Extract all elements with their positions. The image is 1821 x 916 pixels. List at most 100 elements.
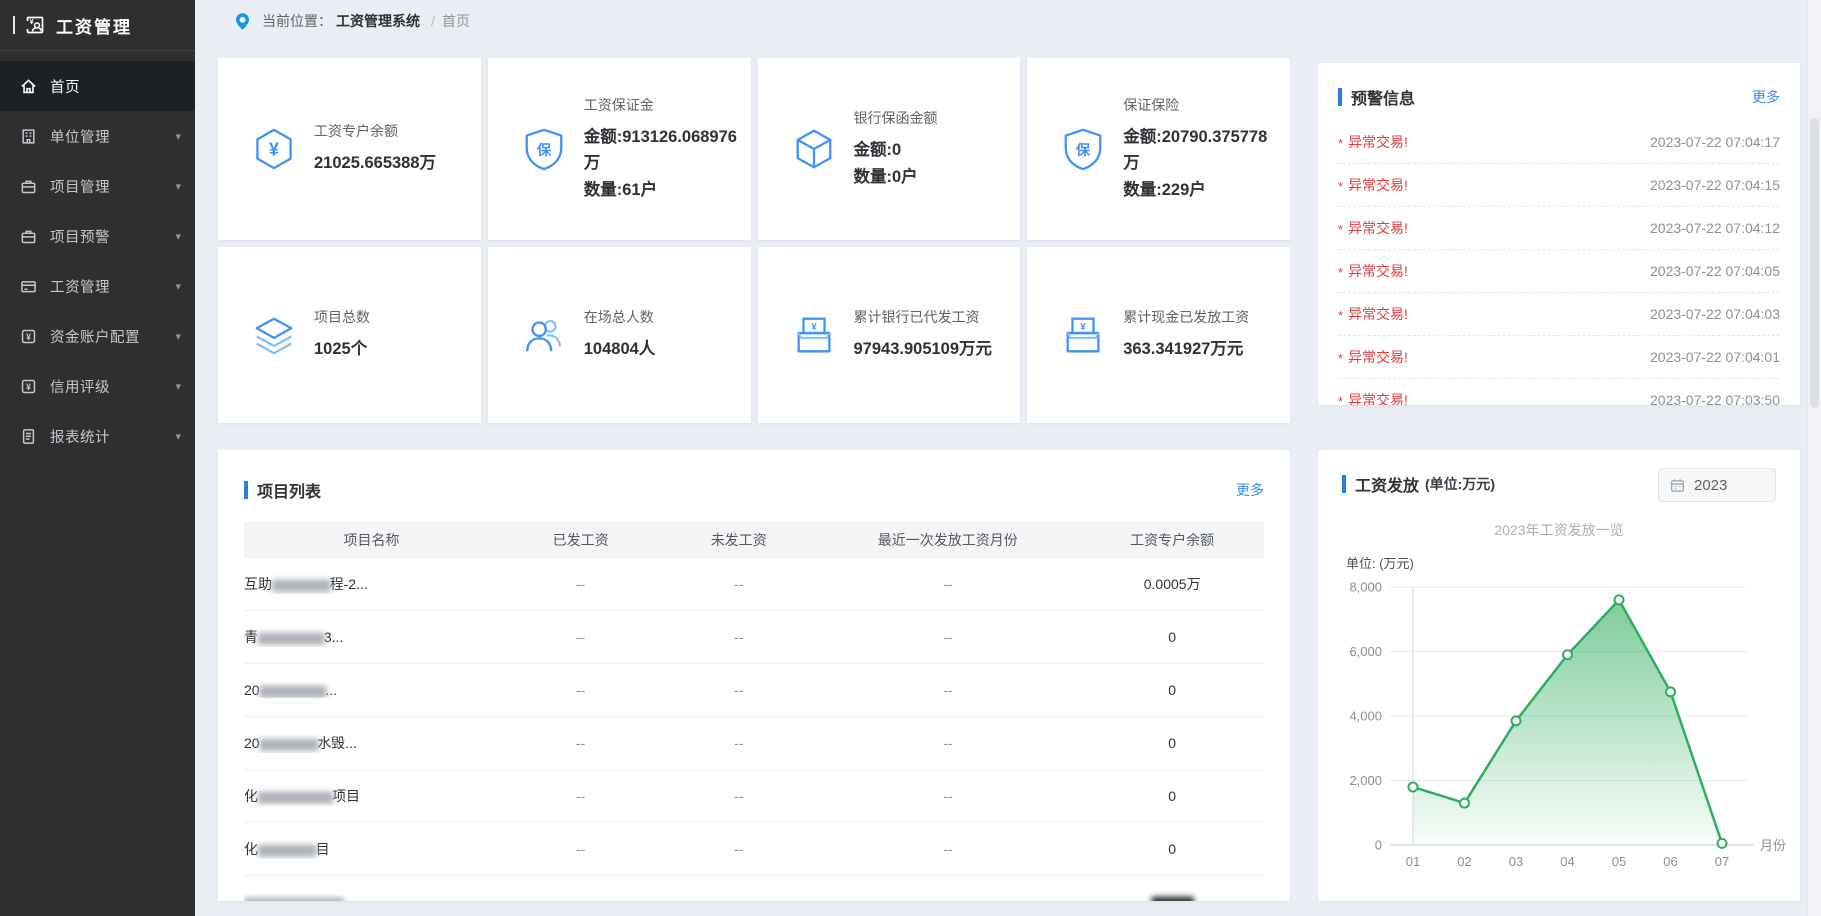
panel-accent-bar	[244, 481, 248, 499]
sidebar-item-label: 工资管理	[50, 276, 110, 297]
sidebar-item-salary-mgmt[interactable]: 工资管理 ▾	[0, 261, 195, 311]
project-name-link[interactable]: 青▇▇▇▇▇▇▇▇3...	[244, 627, 499, 647]
last-pay-month-cell: --	[815, 682, 1080, 698]
project-name-link[interactable]: 20▇▇▇▇▇▇▇▇...	[244, 682, 499, 698]
sidebar-item-report-stats[interactable]: 报表统计▾	[0, 411, 195, 461]
paid-salary-cell: --	[499, 841, 662, 857]
projects-panel-header: 项目列表 更多	[244, 450, 1264, 502]
stat-value: 金额:20790.375778万	[1123, 124, 1278, 177]
stat-label: 累计银行已代发工资	[854, 307, 993, 327]
sidebar-item-project-mgmt[interactable]: 项目管理▾	[0, 161, 195, 211]
paid-salary-cell: --	[499, 788, 662, 804]
redacted-text: ▇▇▇▇▇▇▇	[272, 578, 330, 592]
alert-message: *异常交易!	[1338, 347, 1408, 367]
last-pay-month-cell: --	[815, 841, 1080, 857]
alert-bullet-icon: *	[1338, 265, 1343, 280]
stat-value: 数量:229户	[1123, 177, 1278, 203]
alert-message: *异常交易!	[1338, 218, 1408, 238]
alerts-more-link[interactable]: 更多	[1752, 87, 1780, 107]
svg-text:保: 保	[1075, 141, 1091, 159]
last-pay-month-cell: --	[815, 576, 1080, 592]
last-pay-month-cell: --	[815, 735, 1080, 751]
chevron-down-icon: ▾	[175, 180, 181, 193]
chevron-down-icon: ▾	[175, 430, 181, 443]
project-name-link[interactable]: 化▇▇▇▇▇▇▇目	[244, 839, 499, 859]
table-row: 化▇▇▇▇▇▇▇目------0	[244, 823, 1264, 876]
salary-chart-panel: 工资发放 (单位:万元) 2023 2023年工资发放一览 单位: (万元) 0…	[1318, 450, 1800, 901]
table-row: 20▇▇▇▇▇▇▇水毁...------0	[244, 717, 1264, 770]
account-balance-cell: 0	[1080, 841, 1264, 857]
unpaid-salary-cell: --	[662, 788, 815, 804]
paid-salary-cell: --	[499, 629, 662, 645]
project-name-link[interactable]: ▇▇▇▇▇▇▇▇▇▇▇▇	[244, 894, 499, 901]
sidebar-item-home[interactable]: 首页	[0, 61, 195, 111]
chevron-down-icon: ▾	[175, 280, 181, 293]
account-balance-cell: 0.0005万	[1080, 574, 1264, 594]
panel-accent-bar	[1338, 88, 1342, 106]
alert-message: *异常交易!	[1338, 390, 1408, 405]
alert-list-item: *异常交易!2023-07-22 07:04:05	[1338, 250, 1780, 293]
shield-bao-icon: 保	[1060, 126, 1106, 172]
stat-label: 银行保函金额	[854, 108, 938, 128]
briefcase-icon	[20, 177, 38, 195]
table-row: 青▇▇▇▇▇▇▇▇3...------0	[244, 611, 1264, 664]
project-name-link[interactable]: 化▇▇▇▇▇▇▇▇▇项目	[244, 786, 499, 806]
stats-row-2: 项目总数1025个在场总人数104804人¥累计银行已代发工资97943.905…	[218, 247, 1290, 423]
alerts-panel-header: 预警信息 更多	[1338, 63, 1780, 109]
svg-text:¥: ¥	[30, 19, 34, 26]
sidebar-item-label: 信用评级	[50, 376, 110, 397]
sidebar-item-unit-mgmt[interactable]: 单位管理▾	[0, 111, 195, 161]
alert-timestamp: 2023-07-22 07:04:01	[1650, 349, 1780, 365]
cash-icon: ¥	[791, 312, 837, 358]
calendar-icon	[1670, 478, 1685, 493]
breadcrumb-root-link[interactable]: 工资管理系统	[336, 11, 420, 31]
svg-text:4,000: 4,000	[1349, 709, 1382, 724]
svg-text:07: 07	[1715, 854, 1729, 869]
svg-text:保: 保	[536, 141, 552, 159]
breadcrumb-prefix: 当前位置：	[262, 11, 332, 31]
projects-panel: 项目列表 更多 项目名称已发工资未发工资最近一次发放工资月份工资专户余额 互助▇…	[218, 450, 1290, 901]
alert-list-item: *异常交易!2023-07-22 07:04:15	[1338, 164, 1780, 207]
stat-card: 在场总人数104804人	[488, 247, 751, 423]
stat-value: 数量:61户	[584, 177, 739, 203]
scrollbar-thumb[interactable]	[1810, 118, 1819, 408]
stat-card: 银行保函金额金额:0数量:0户	[758, 58, 1021, 240]
sidebar-item-label: 项目预警	[50, 226, 110, 247]
svg-text:8,000: 8,000	[1349, 580, 1382, 595]
main-content: 当前位置： 工资管理系统 / 首页 ¥工资专户余额21025.665388万保工…	[195, 0, 1821, 916]
account-balance-cell: 0	[1080, 629, 1264, 645]
projects-more-link[interactable]: 更多	[1236, 480, 1264, 500]
stat-label: 保证保险	[1123, 95, 1278, 115]
paid-salary-cell: --	[499, 682, 662, 698]
stat-value: 97943.905109万元	[854, 336, 993, 362]
unpaid-salary-cell: --	[662, 682, 815, 698]
year-picker[interactable]: 2023	[1658, 468, 1776, 502]
sidebar-item-project-alert[interactable]: 项目预警 ▾	[0, 211, 195, 261]
breadcrumb: 当前位置： 工资管理系统 / 首页	[233, 8, 470, 34]
chevron-down-icon: ▾	[175, 230, 181, 243]
project-name-link[interactable]: 20▇▇▇▇▇▇▇水毁...	[244, 733, 499, 753]
unpaid-salary-cell: --	[662, 735, 815, 751]
svg-text:月份: 月份	[1760, 838, 1786, 853]
alert-timestamp: 2023-07-22 07:04:17	[1650, 134, 1780, 150]
stat-label: 累计现金已发放工资	[1123, 307, 1249, 327]
project-name-link[interactable]: 互助▇▇▇▇▇▇▇程-2...	[244, 574, 499, 594]
table-column-header: 项目名称	[244, 530, 499, 550]
yen-square-icon: ¥	[20, 327, 38, 345]
sidebar-item-credit-rating[interactable]: ¥信用评级▾	[0, 361, 195, 411]
sidebar-item-fund-account[interactable]: ¥资金账户配置▾	[0, 311, 195, 361]
account-balance-cell: ▇▇▇▇▇	[1080, 895, 1264, 901]
svg-text:¥: ¥	[26, 332, 31, 342]
home-icon	[20, 77, 38, 95]
card-icon	[20, 277, 38, 295]
table-row: ▇▇▇▇▇▇▇▇▇▇▇▇▇▇▇▇▇	[244, 876, 1264, 901]
paid-salary-cell: --	[499, 735, 662, 751]
stat-card: 保工资保证金金额:913126.068976万数量:61户	[488, 58, 751, 240]
alert-timestamp: 2023-07-22 07:04:03	[1650, 306, 1780, 322]
redacted-text: ▇▇▇▇▇▇▇▇	[258, 631, 324, 645]
account-balance-cell: 0	[1080, 788, 1264, 804]
breadcrumb-current[interactable]: 首页	[442, 11, 470, 31]
alert-list-item: *异常交易!2023-07-22 07:03:50	[1338, 379, 1780, 405]
svg-text:05: 05	[1612, 854, 1626, 869]
svg-text:¥: ¥	[26, 382, 31, 392]
